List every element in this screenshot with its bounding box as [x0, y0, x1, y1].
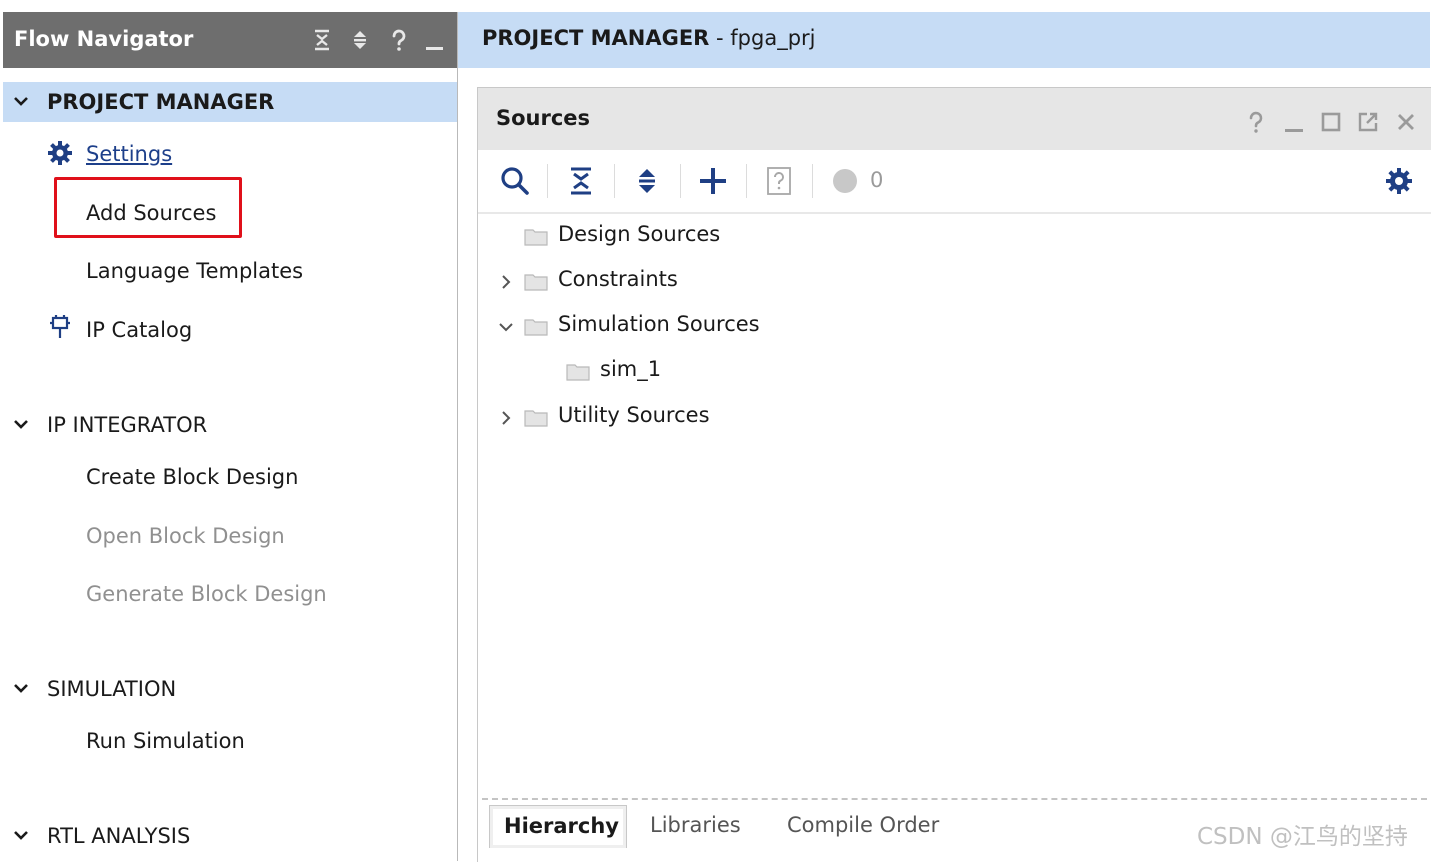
tab-label: Libraries [650, 813, 741, 837]
chevron-down-icon[interactable] [11, 415, 31, 435]
flow-navigator-header: Flow Navigator [3, 12, 457, 68]
tree-item-label: sim_1 [600, 357, 662, 381]
project-manager-title-strong: PROJECT MANAGER [482, 26, 710, 50]
status-count: 0 [870, 168, 884, 192]
nav-item-create-block-design[interactable]: Create Block Design [86, 465, 298, 489]
ip-plug-icon[interactable] [47, 314, 73, 340]
minimize-icon[interactable] [424, 28, 446, 52]
folder-icon [524, 272, 548, 292]
tree-item-label: Simulation Sources [558, 312, 760, 336]
tree-item-design-sources[interactable]: Design Sources [478, 219, 978, 255]
chevron-right-icon[interactable] [498, 273, 514, 291]
help-icon[interactable] [1244, 110, 1268, 134]
chevron-down-icon[interactable] [498, 318, 514, 336]
section-project-manager[interactable]: PROJECT MANAGER [3, 82, 457, 122]
sources-header: Sources [478, 88, 1431, 150]
section-rtl-analysis[interactable]: RTL ANALYSIS [3, 816, 457, 856]
collapse-all-icon[interactable] [311, 28, 333, 52]
help-icon[interactable] [388, 28, 410, 52]
tree-item-label: Design Sources [558, 222, 721, 246]
toolbar-separator [614, 164, 615, 198]
section-label: IP INTEGRATOR [47, 413, 208, 437]
watermark: CSDN @江鸟的坚持 [1197, 824, 1408, 850]
tree-item-simulation-sources[interactable]: Simulation Sources [478, 309, 978, 345]
toolbar-separator [680, 164, 681, 198]
add-icon[interactable] [696, 164, 730, 198]
minimize-icon[interactable] [1282, 110, 1306, 134]
toolbar-separator [746, 164, 747, 198]
unknown-file-icon[interactable] [762, 164, 796, 198]
tab-compile-order[interactable]: Compile Order [787, 805, 957, 847]
nav-item-settings[interactable]: Settings [86, 142, 172, 166]
section-ip-integrator[interactable]: IP INTEGRATOR [3, 405, 457, 445]
sources-title: Sources [496, 106, 591, 130]
search-icon[interactable] [498, 164, 532, 198]
folder-icon [566, 362, 590, 382]
expand-all-icon[interactable] [630, 164, 664, 198]
chevron-down-icon[interactable] [11, 826, 31, 846]
toolbar-separator [547, 164, 548, 198]
nav-item-add-sources[interactable]: Add Sources [86, 201, 216, 225]
close-icon[interactable] [1394, 110, 1418, 134]
folder-icon [524, 317, 548, 337]
gear-icon[interactable] [1382, 164, 1416, 198]
nav-item-ip-catalog[interactable]: IP Catalog [86, 318, 192, 342]
chevron-down-icon[interactable] [11, 679, 31, 699]
maximize-icon[interactable] [1319, 110, 1343, 134]
tabs-divider [482, 798, 1427, 800]
tree-item-label: Constraints [558, 267, 678, 291]
tree-item-constraints[interactable]: Constraints [478, 264, 978, 300]
nav-item-run-simulation[interactable]: Run Simulation [86, 729, 245, 753]
chevron-right-icon[interactable] [498, 409, 514, 427]
flow-navigator-title: Flow Navigator [14, 27, 194, 51]
sources-panel: Sources 0 Design Sources Constraints Sim… [477, 87, 1431, 862]
folder-icon [524, 227, 548, 247]
section-label: RTL ANALYSIS [47, 824, 191, 848]
tab-label: Compile Order [787, 813, 940, 837]
nav-item-open-block-design: Open Block Design [86, 524, 285, 548]
expand-all-icon[interactable] [349, 28, 371, 52]
float-icon[interactable] [1356, 110, 1380, 134]
tree-item-label: Utility Sources [558, 403, 710, 427]
section-simulation[interactable]: SIMULATION [3, 669, 457, 709]
tab-libraries[interactable]: Libraries [650, 805, 760, 847]
folder-icon [524, 408, 548, 428]
nav-item-language-templates[interactable]: Language Templates [86, 259, 303, 283]
gear-icon[interactable] [47, 140, 73, 166]
toolbar-separator [812, 164, 813, 198]
chevron-down-icon[interactable] [11, 92, 31, 112]
section-label: PROJECT MANAGER [47, 90, 275, 114]
tab-label: Hierarchy [504, 814, 619, 838]
tab-hierarchy[interactable]: Hierarchy [489, 805, 627, 848]
project-name: - fpga_prj [709, 26, 816, 50]
project-manager-titlebar: PROJECT MANAGER - fpga_prj [458, 12, 1430, 68]
collapse-all-icon[interactable] [564, 164, 598, 198]
section-label: SIMULATION [47, 677, 177, 701]
status-dot-icon [828, 164, 862, 198]
sources-toolbar: 0 [478, 150, 1431, 214]
project-manager-title: PROJECT MANAGER - fpga_prj [482, 26, 816, 50]
tree-item-utility-sources[interactable]: Utility Sources [478, 400, 978, 436]
flow-navigator-panel: Flow Navigator PROJECT MANAGER Settings … [3, 12, 458, 861]
tree-item-sim-1[interactable]: sim_1 [478, 354, 978, 390]
nav-item-generate-block-design: Generate Block Design [86, 582, 327, 606]
